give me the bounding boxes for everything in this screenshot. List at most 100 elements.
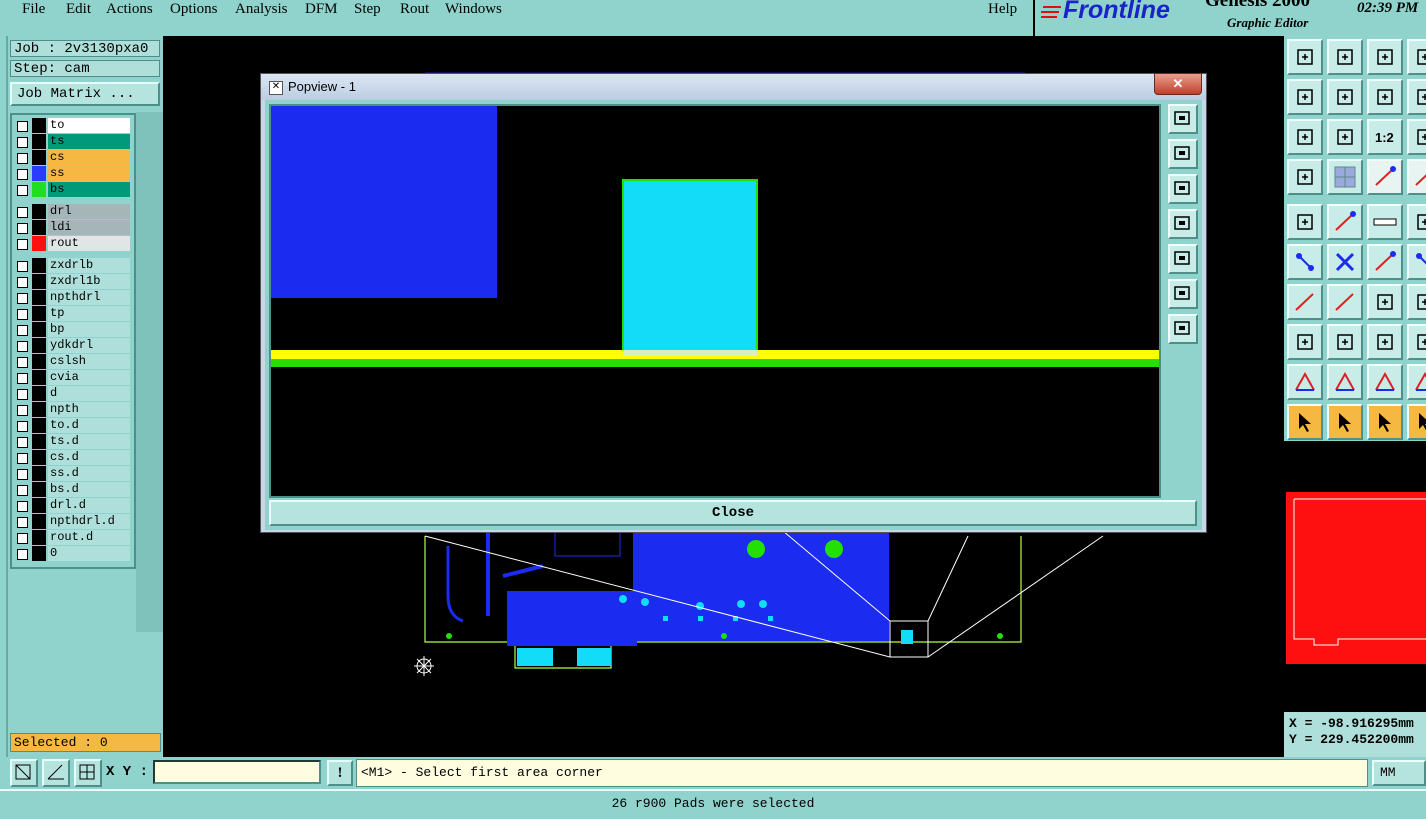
layer-name[interactable]: cs (48, 150, 130, 165)
layer-checkbox[interactable] (17, 469, 28, 480)
layer-checkbox[interactable] (17, 549, 28, 560)
pan-left-tool-button[interactable] (1287, 79, 1323, 115)
popview-close-button[interactable]: Close (269, 500, 1197, 526)
layer-name[interactable]: drl (48, 204, 130, 219)
zoom-prev-tool-button[interactable] (1327, 39, 1363, 75)
layer-color-swatch[interactable] (32, 236, 46, 251)
zoom-fit-tool-button[interactable] (1327, 119, 1363, 155)
layer-name[interactable]: bs.d (48, 482, 130, 497)
layer-row-cvia[interactable]: cvia (14, 370, 132, 385)
layer-color-swatch[interactable] (32, 204, 46, 219)
layer-row-drl[interactable]: drl (14, 204, 132, 219)
layer-row-ss-d[interactable]: ss.d (14, 466, 132, 481)
layer-name[interactable]: ydkdrl (48, 338, 130, 353)
layer-checkbox[interactable] (17, 421, 28, 432)
layer-color-swatch[interactable] (32, 354, 46, 369)
layer-color-swatch[interactable] (32, 482, 46, 497)
layer-color-swatch[interactable] (32, 370, 46, 385)
house-tool-button[interactable] (1367, 39, 1403, 75)
layer-name[interactable]: ss.d (48, 466, 130, 481)
layer-name[interactable]: rout (48, 236, 130, 251)
layer-row-ss[interactable]: ss (14, 166, 132, 181)
layer-color-swatch[interactable] (32, 418, 46, 433)
pan-right-button[interactable] (1168, 244, 1198, 274)
layer-row-cs[interactable]: cs (14, 150, 132, 165)
layer-name[interactable]: ts.d (48, 434, 130, 449)
window-tool-button[interactable] (1407, 39, 1426, 75)
layer-name[interactable]: ts (48, 134, 130, 149)
layer-checkbox[interactable] (17, 277, 28, 288)
pointer-box-tool-button[interactable] (1327, 404, 1363, 440)
layer-row-zxdrlb[interactable]: zxdrlb (14, 258, 132, 273)
menu-analysis[interactable]: Analysis (235, 0, 288, 18)
menu-actions[interactable]: Actions (106, 0, 153, 18)
layer-row-ts-d[interactable]: ts.d (14, 434, 132, 449)
layer-checkbox[interactable] (17, 293, 28, 304)
layer-name[interactable]: ss (48, 166, 130, 181)
ruler-tool-button[interactable] (1367, 204, 1403, 240)
layer-color-swatch[interactable] (32, 466, 46, 481)
layer-row-ts[interactable]: ts (14, 134, 132, 149)
line-diag-tool-button[interactable] (1287, 284, 1323, 320)
layer-color-swatch[interactable] (32, 402, 46, 417)
layer-name[interactable]: tp (48, 306, 130, 321)
menu-dfm[interactable]: DFM (305, 0, 338, 18)
layer-name[interactable]: zxdrlb (48, 258, 130, 273)
pointer-circle-tool-button[interactable] (1367, 404, 1403, 440)
layer-color-swatch[interactable] (32, 118, 46, 133)
layer-name[interactable]: cs.d (48, 450, 130, 465)
snap-mode-button[interactable] (10, 759, 38, 787)
units-button[interactable]: MM (1372, 760, 1426, 786)
layer-color-swatch[interactable] (32, 220, 46, 235)
layer-row-npthdrl[interactable]: npthdrl (14, 290, 132, 305)
zoom-prev-button[interactable] (1168, 174, 1198, 204)
layer-checkbox[interactable] (17, 185, 28, 196)
layer-checkbox[interactable] (17, 261, 28, 272)
tool-tool-button[interactable] (1287, 159, 1323, 195)
zoom-in-button[interactable] (1168, 104, 1198, 134)
layer-color-swatch[interactable] (32, 166, 46, 181)
layer-row-bs[interactable]: bs (14, 182, 132, 197)
layer-color-swatch[interactable] (32, 306, 46, 321)
menu-edit[interactable]: Edit (66, 0, 91, 18)
layer-name[interactable]: to.d (48, 418, 130, 433)
xy-input[interactable] (153, 760, 321, 784)
layer-color-swatch[interactable] (32, 182, 46, 197)
layer-color-swatch[interactable] (32, 450, 46, 465)
layer-checkbox[interactable] (17, 437, 28, 448)
layer-name[interactable]: npth (48, 402, 130, 417)
minus-tool-button[interactable] (1327, 324, 1363, 360)
fit-tool-button[interactable] (1287, 119, 1323, 155)
connect-tool-button[interactable] (1287, 244, 1323, 280)
layer-row-drl-d[interactable]: drl.d (14, 498, 132, 513)
layer-checkbox[interactable] (17, 517, 28, 528)
layer-name[interactable]: 0 (48, 546, 130, 561)
zoom-home-tool-button[interactable] (1287, 39, 1323, 75)
layer-name[interactable]: zxdrl1b (48, 274, 130, 289)
layer-name[interactable]: cslsh (48, 354, 130, 369)
layer-checkbox[interactable] (17, 389, 28, 400)
layer-row-tp[interactable]: tp (14, 306, 132, 321)
triangle2-tool-button[interactable] (1327, 364, 1363, 400)
arch-tool-button[interactable] (1367, 364, 1403, 400)
arrow-red-tool-button[interactable] (1367, 244, 1403, 280)
job-matrix-button[interactable]: Job Matrix ... (10, 82, 160, 106)
menu-rout[interactable]: Rout (400, 0, 429, 18)
zoom-box-tool-button[interactable] (1367, 79, 1403, 115)
layer-row-to-d[interactable]: to.d (14, 418, 132, 433)
layer-color-swatch[interactable] (32, 386, 46, 401)
layer-row-npthdrl-d[interactable]: npthdrl.d (14, 514, 132, 529)
layer-color-swatch[interactable] (32, 150, 46, 165)
pad-move-tool-button[interactable] (1287, 204, 1323, 240)
layer-color-swatch[interactable] (32, 514, 46, 529)
layer-color-swatch[interactable] (32, 322, 46, 337)
layer-row-rout[interactable]: rout (14, 236, 132, 251)
layer-checkbox[interactable] (17, 121, 28, 132)
window-tool-button[interactable] (1407, 119, 1426, 155)
ratio-tool-button[interactable]: 1:2 (1367, 119, 1403, 155)
layer-row-0[interactable]: 0 (14, 546, 132, 561)
layer-name[interactable]: d (48, 386, 130, 401)
layer-row-cs-d[interactable]: cs.d (14, 450, 132, 465)
layer-checkbox[interactable] (17, 223, 28, 234)
layer-checkbox[interactable] (17, 405, 28, 416)
